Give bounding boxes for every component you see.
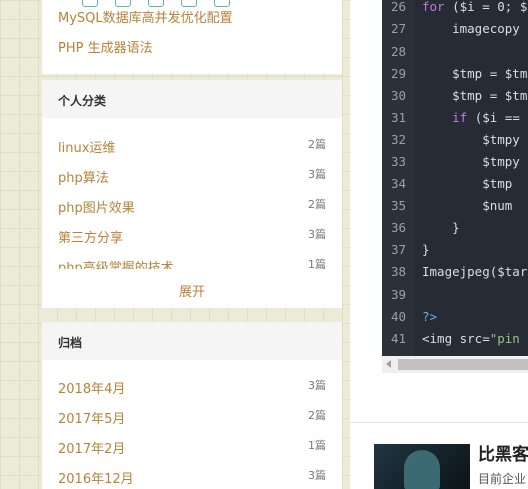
line-number: 38 (390, 264, 406, 279)
archive-count: 3篇 (308, 469, 326, 482)
archive-title: 归档 (58, 336, 83, 350)
recent-articles-card: MySQL数据库高并发优化配置 PHP 生成器语法 (42, 0, 342, 74)
code-line: $tmpy (422, 154, 520, 169)
line-number: 27 (390, 21, 406, 36)
category-link[interactable]: 第三方分享 (58, 227, 123, 246)
code-line: Imagejpeg($tar (422, 264, 528, 279)
archive-link[interactable]: 2017年5月 (58, 408, 125, 427)
scroll-left-icon[interactable] (386, 360, 391, 368)
archive-link[interactable]: 2017年2月 (58, 438, 125, 457)
code-line: ?> (422, 309, 438, 324)
code-line: for ($i = 0; $ (422, 0, 528, 14)
archive-count: 3篇 (308, 379, 326, 392)
line-number: 32 (390, 132, 406, 147)
categories-list: linux运维 2篇 php算法 3篇 php图片效果 2篇 第三方分享 3篇 … (42, 80, 342, 269)
code-block: 26 for ($i = 0; $ 27 imagecopy 28 29 $tm… (382, 0, 528, 356)
line-number: 34 (390, 176, 406, 191)
code-line: <img src="pin (422, 331, 520, 346)
author-description: 目前企业 (478, 472, 527, 486)
recent-article-link[interactable]: PHP 生成器语法 (58, 37, 153, 56)
expand-button[interactable]: 展开 (42, 281, 342, 300)
archive-count: 1篇 (308, 439, 326, 452)
recent-article-link[interactable]: MySQL数据库高并发优化配置 (58, 7, 233, 26)
line-number: 29 (390, 66, 406, 81)
code-line: if ($i == (452, 110, 520, 125)
code-line: } (422, 242, 430, 257)
line-number: 35 (390, 198, 406, 213)
share-icon[interactable] (148, 0, 164, 7)
line-number: 39 (390, 287, 406, 302)
code-line: } (422, 220, 460, 235)
line-number: 40 (390, 309, 406, 324)
share-icon[interactable] (214, 0, 230, 7)
line-number: 31 (390, 110, 406, 125)
share-icon[interactable] (115, 0, 131, 7)
category-count: 2篇 (308, 198, 326, 211)
line-number: 41 (390, 331, 406, 346)
category-count: 3篇 (308, 168, 326, 181)
line-number: 26 (390, 0, 406, 14)
share-icon[interactable] (181, 0, 197, 7)
category-link[interactable]: linux运维 (58, 137, 115, 156)
code-line: $num (422, 198, 520, 213)
line-number: 36 (390, 220, 406, 235)
code-line: $tmp = $tm (422, 66, 528, 81)
category-link[interactable]: php高级掌握的技术 (58, 257, 174, 269)
archive-card: 归档 2018年4月 3篇 2017年5月 2篇 2017年2月 1篇 2016… (42, 322, 342, 489)
archive-link[interactable]: 2018年4月 (58, 378, 125, 397)
category-link[interactable]: php算法 (58, 167, 109, 186)
category-link[interactable]: php图片效果 (58, 197, 135, 216)
line-number: 37 (390, 242, 406, 257)
line-number: 33 (390, 154, 406, 169)
archive-link[interactable]: 2016年12月 (58, 468, 134, 487)
author-name[interactable]: 比黑客 (478, 440, 528, 465)
category-count: 3篇 (308, 228, 326, 241)
archive-count: 2篇 (308, 409, 326, 422)
categories-card: 个人分类 linux运维 2篇 php算法 3篇 php图片效果 2篇 第三方分… (42, 80, 342, 308)
category-count: 1篇 (308, 258, 326, 269)
line-number: 30 (390, 88, 406, 103)
author-avatar[interactable] (374, 444, 470, 489)
scroll-thumb[interactable] (398, 359, 528, 370)
code-scrollbar[interactable] (382, 356, 528, 373)
code-line: $tmp = $tm (422, 88, 528, 103)
code-line: imagecopy (422, 21, 520, 36)
share-icon[interactable] (82, 0, 98, 7)
code-line: $tmp (422, 176, 520, 191)
archive-header: 归档 (42, 322, 342, 360)
section-divider (350, 422, 528, 423)
hooded-figure-icon (404, 450, 440, 489)
code-line: $tmpy (422, 132, 520, 147)
category-count: 2篇 (308, 138, 326, 151)
line-number: 28 (390, 44, 406, 59)
